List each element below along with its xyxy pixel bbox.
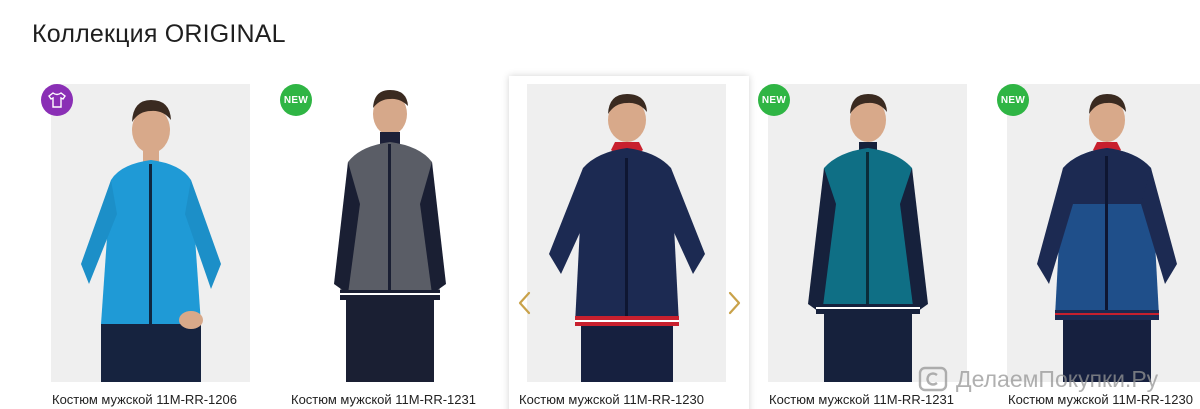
collection-page: Коллекция ORIGINAL Костюм мужской 11M-RR…: [0, 0, 1200, 409]
chevron-right-icon: [728, 291, 741, 315]
product-caption[interactable]: Костюм мужской 11M-RR-1230: [519, 392, 704, 407]
product-photo[interactable]: [768, 84, 967, 382]
watermark: ДелаемПокупки.Ру: [918, 364, 1158, 394]
product-image: [290, 84, 489, 382]
carousel-next-button[interactable]: [724, 290, 744, 316]
badge-special: [41, 84, 73, 116]
product-caption[interactable]: Костюм мужской 11M-RR-1231: [291, 392, 476, 407]
product-caption[interactable]: Костюм мужской 11M-RR-1231: [769, 392, 954, 407]
product-image: [1007, 84, 1200, 382]
product-photo[interactable]: [290, 84, 489, 382]
carousel-prev-button[interactable]: [515, 290, 535, 316]
product-card[interactable]: Костюм мужской 11M-RR-1206: [40, 76, 280, 409]
product-card[interactable]: NEW Костюм мужской 11M-RR-1230: [996, 76, 1200, 409]
product-card[interactable]: NEW Костюм мужской 11M-RR-1231: [757, 76, 997, 409]
product-image: [768, 84, 967, 382]
watermark-text: ДелаемПокупки.Ру: [956, 365, 1159, 392]
product-photo[interactable]: [51, 84, 250, 382]
product-caption[interactable]: Костюм мужской 11M-RR-1206: [52, 392, 237, 407]
product-card[interactable]: NEW Костюм мужской 11M-RR-1231: [279, 76, 519, 409]
section-title: Коллекция ORIGINAL: [32, 20, 286, 48]
badge-new: NEW: [997, 84, 1029, 116]
shirt-icon: [48, 92, 66, 108]
product-image: [527, 84, 726, 382]
chevron-left-icon: [518, 291, 531, 315]
product-card-active[interactable]: Костюм мужской 11M-RR-1230: [509, 76, 749, 409]
product-caption[interactable]: Костюм мужской 11M-RR-1230: [1008, 392, 1193, 407]
badge-new: NEW: [758, 84, 790, 116]
product-photo[interactable]: [1007, 84, 1200, 382]
watermark-logo-icon: [918, 366, 948, 392]
badge-new: NEW: [280, 84, 312, 116]
product-image: [51, 84, 250, 382]
product-photo[interactable]: [527, 84, 726, 382]
